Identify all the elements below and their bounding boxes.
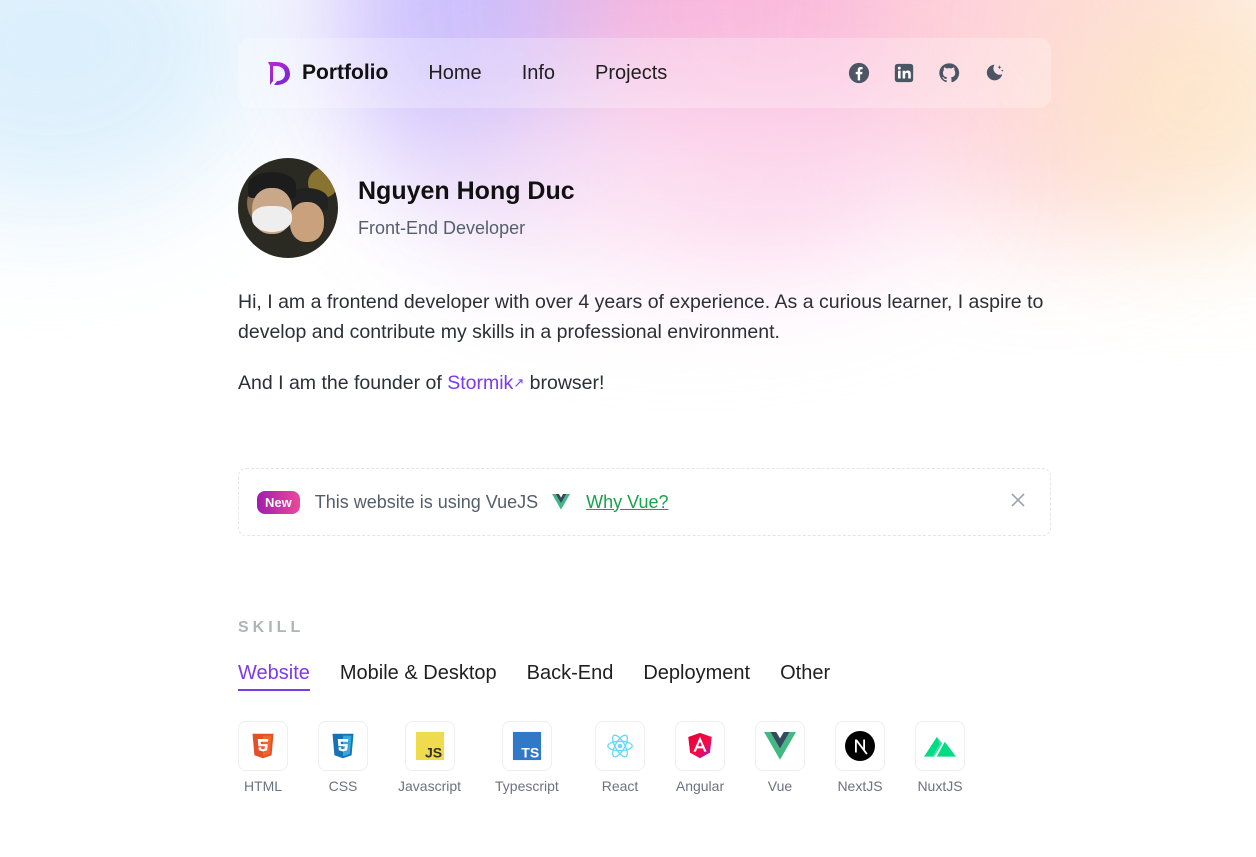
vue-notice-banner: New This website is using VueJS Why Vue? bbox=[238, 468, 1051, 536]
skill-vue[interactable]: Vue bbox=[755, 721, 805, 794]
skill-label: CSS bbox=[328, 778, 358, 794]
html5-icon bbox=[252, 733, 274, 759]
react-icon bbox=[607, 734, 633, 758]
profile-role: Front-End Developer bbox=[358, 218, 526, 238]
new-badge: New bbox=[257, 490, 300, 514]
skill-label: Typescript bbox=[495, 778, 559, 794]
linkedin-icon[interactable] bbox=[893, 62, 915, 84]
skill-label: NextJS bbox=[837, 778, 883, 794]
nav-link-projects[interactable]: Projects bbox=[595, 62, 667, 85]
logo-icon bbox=[268, 62, 290, 85]
vue-icon bbox=[764, 732, 796, 760]
avatar bbox=[238, 158, 338, 258]
founder-paragraph: And I am the founder of Stormik↗ browser… bbox=[238, 368, 604, 398]
vue-icon bbox=[552, 494, 571, 510]
founder-suffix: browser! bbox=[524, 372, 605, 394]
skill-label: Javascript bbox=[398, 778, 462, 794]
skill-label: NuxtJS bbox=[917, 778, 963, 794]
nav-link-info[interactable]: Info bbox=[522, 62, 555, 85]
skill-label: Angular bbox=[675, 778, 725, 794]
tab-other[interactable]: Other bbox=[780, 662, 830, 691]
skill-html[interactable]: HTML bbox=[238, 721, 288, 794]
svg-text:JS: JS bbox=[425, 744, 442, 760]
svg-text:TS: TS bbox=[521, 744, 539, 760]
profile-header: Nguyen Hong Duc Front-End Developer bbox=[238, 158, 575, 258]
brand-logo[interactable]: Portfolio bbox=[266, 59, 388, 87]
skill-javascript[interactable]: JS Javascript bbox=[398, 721, 461, 794]
external-link-icon: ↗ bbox=[513, 375, 525, 390]
stormik-link-text: Stormik bbox=[447, 372, 514, 394]
github-icon[interactable] bbox=[938, 62, 960, 84]
typescript-icon: TS bbox=[512, 731, 541, 760]
skill-react[interactable]: React bbox=[595, 721, 645, 794]
tab-deployment[interactable]: Deployment bbox=[643, 662, 750, 691]
theme-toggle-icon[interactable] bbox=[983, 62, 1005, 84]
close-icon[interactable] bbox=[1008, 490, 1028, 510]
css3-icon bbox=[332, 733, 354, 759]
notice-text: This website is using VueJS bbox=[314, 491, 539, 512]
skill-label: React bbox=[601, 778, 639, 794]
nuxtjs-icon bbox=[924, 736, 956, 757]
skill-label: HTML bbox=[243, 778, 283, 794]
skill-typescript[interactable]: TS Typescript bbox=[495, 721, 559, 794]
skill-section-title: SKILL bbox=[238, 619, 305, 636]
nextjs-icon bbox=[845, 731, 875, 761]
top-navbar: Portfolio Home Info Projects bbox=[238, 38, 1051, 108]
tab-mobile-desktop[interactable]: Mobile & Desktop bbox=[340, 662, 497, 691]
tab-website[interactable]: Website bbox=[238, 662, 310, 691]
why-vue-link[interactable]: Why Vue? bbox=[586, 492, 668, 513]
profile-name: Nguyen Hong Duc bbox=[358, 177, 575, 205]
stormik-link[interactable]: Stormik↗ bbox=[447, 372, 524, 394]
skill-angular[interactable]: Angular bbox=[675, 721, 725, 794]
skill-tabs: Website Mobile & Desktop Back-End Deploy… bbox=[238, 662, 830, 691]
skill-label: Vue bbox=[767, 778, 793, 794]
facebook-icon[interactable] bbox=[848, 62, 870, 84]
javascript-icon: JS bbox=[415, 731, 444, 760]
nav-link-home[interactable]: Home bbox=[428, 62, 481, 85]
skill-css[interactable]: CSS bbox=[318, 721, 368, 794]
skill-nextjs[interactable]: NextJS bbox=[835, 721, 885, 794]
skill-nuxtjs[interactable]: NuxtJS bbox=[915, 721, 965, 794]
brand-name: Portfolio bbox=[302, 61, 389, 84]
tab-back-end[interactable]: Back-End bbox=[527, 662, 614, 691]
founder-prefix: And I am the founder of bbox=[238, 372, 448, 394]
angular-icon bbox=[688, 732, 712, 759]
bio-paragraph: Hi, I am a frontend developer with over … bbox=[238, 291, 1044, 343]
